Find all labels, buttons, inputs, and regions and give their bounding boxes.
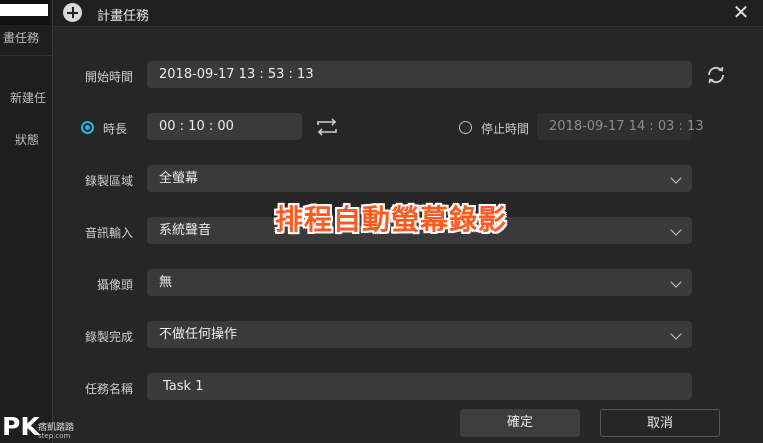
audio-input-value: 系統聲音 — [159, 223, 212, 238]
chevron-down-icon — [670, 328, 682, 340]
swap-icon[interactable] — [315, 117, 339, 137]
audio-input-label: 音訊輸入 — [84, 226, 133, 240]
stop-time-label: 停止時間 — [481, 122, 530, 136]
background-divider — [0, 55, 52, 56]
on-complete-value: 不做任何操作 — [159, 327, 238, 342]
record-area-label: 錄製區域 — [84, 174, 133, 188]
watermark-logo: PK — [2, 412, 40, 441]
on-complete-label: 錄製完成 — [84, 330, 133, 344]
refresh-icon[interactable] — [705, 64, 727, 86]
task-name-label: 任務名稱 — [84, 382, 133, 396]
stop-time-radio[interactable] — [459, 121, 472, 134]
start-time-field[interactable]: 2018-09-17 13 : 53 : 13 — [147, 61, 692, 88]
dialog-titlebar: 計畫任務 ✕ — [53, 0, 763, 27]
close-icon[interactable]: ✕ — [729, 1, 753, 25]
chevron-down-icon — [670, 172, 682, 184]
camera-value: 無 — [159, 275, 173, 290]
background-topbar — [0, 0, 50, 25]
overlay-caption: 排程自動螢幕錄影 — [275, 203, 508, 236]
on-complete-select[interactable]: 不做任何操作 — [147, 321, 692, 348]
camera-select[interactable]: 無 — [147, 269, 692, 296]
record-area-select[interactable]: 全螢幕 — [147, 165, 692, 192]
background-sidebar-item-status[interactable]: 狀態 — [15, 131, 39, 148]
chevron-down-icon — [670, 224, 682, 236]
start-time-label: 開始時間 — [84, 70, 133, 84]
duration-radio[interactable] — [81, 121, 94, 134]
confirm-button[interactable]: 確定 — [460, 409, 580, 437]
duration-label: 時長 — [103, 122, 128, 136]
dialog-title: 計畫任務 — [97, 9, 150, 24]
task-name-input[interactable]: Task 1 — [147, 373, 692, 400]
background-window-strip — [0, 4, 48, 16]
stop-time-field[interactable]: 2018-09-17 14 : 03 : 13 — [537, 113, 704, 140]
chevron-down-icon — [670, 276, 682, 288]
watermark-line2: step.com — [38, 432, 71, 440]
background-sidebar-title: 畫任務 — [3, 31, 40, 45]
cancel-button[interactable]: 取消 — [600, 409, 720, 437]
duration-field[interactable]: 00 : 10 : 00 — [147, 113, 302, 140]
plus-circle-icon — [63, 3, 82, 22]
background-sidebar-item-new[interactable]: 新建任 — [10, 89, 46, 106]
camera-label: 攝像頭 — [96, 278, 133, 292]
record-area-value: 全螢幕 — [159, 171, 199, 186]
background-sidebar: 畫任務 新建任 狀態 — [0, 25, 53, 443]
